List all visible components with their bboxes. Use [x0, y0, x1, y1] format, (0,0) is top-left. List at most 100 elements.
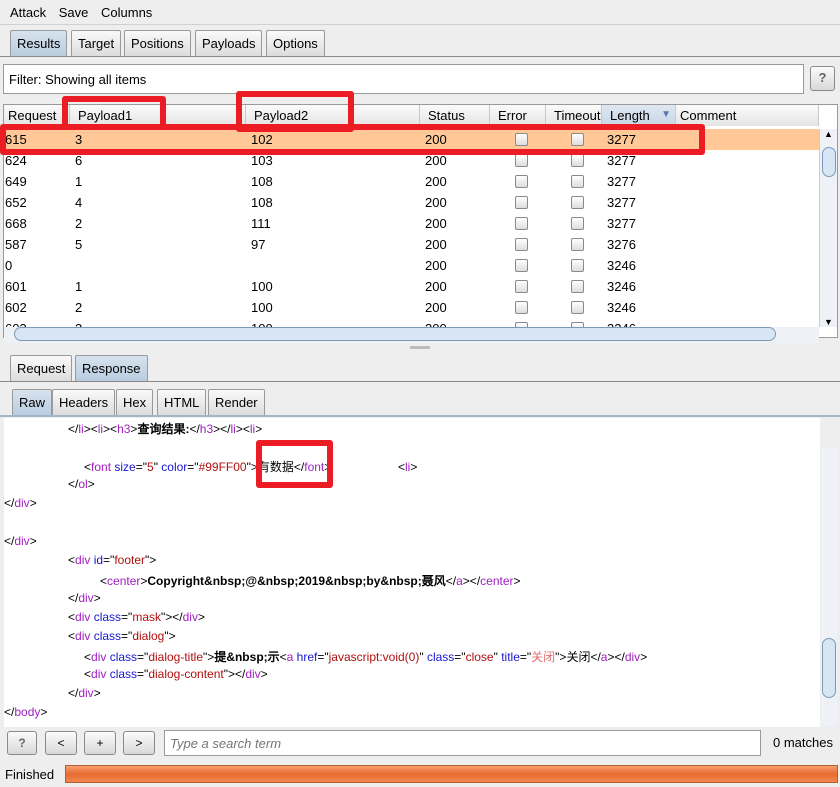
- cell-payload2: 108: [251, 174, 273, 189]
- code-line: </ol>: [68, 477, 95, 496]
- error-checkbox[interactable]: [515, 259, 528, 272]
- timeout-checkbox[interactable]: [571, 259, 584, 272]
- code-token-tag: h3: [117, 422, 131, 436]
- tab-headers[interactable]: Headers: [52, 389, 116, 415]
- cell-payload2: 100: [251, 279, 273, 294]
- code-token-txt: 提&nbsp;示: [214, 650, 280, 664]
- search-help-button[interactable]: ?: [7, 731, 37, 755]
- tab-raw[interactable]: Raw: [12, 389, 53, 415]
- annotation-result-text: [256, 440, 333, 488]
- error-checkbox[interactable]: [515, 217, 528, 230]
- error-checkbox[interactable]: [515, 175, 528, 188]
- tab-response[interactable]: Response: [75, 355, 148, 381]
- table-row[interactable]: 602 2 100 200 3246: [4, 297, 819, 318]
- table-row[interactable]: 601 1 100 200 3246: [4, 276, 819, 297]
- code-line: <div class="dialog-content"></div>: [84, 667, 268, 686]
- tab-hex[interactable]: Hex: [116, 389, 154, 415]
- code-token-b: =": [317, 650, 329, 664]
- code-token-b: > <: [324, 460, 405, 474]
- error-checkbox[interactable]: [515, 280, 528, 293]
- code-token-b: >: [93, 686, 101, 700]
- cell-payload2: 97: [251, 237, 266, 252]
- code-line: <div class="dialog-title">提&nbsp;示<a hre…: [84, 648, 647, 667]
- error-checkbox[interactable]: [515, 238, 528, 251]
- table-row[interactable]: 668 2 111 200 3277: [4, 213, 819, 234]
- code-token-b: ><: [103, 422, 118, 436]
- code-token-b: ">: [203, 650, 215, 664]
- code-token-tag: a: [456, 574, 463, 588]
- code-token-b: </: [4, 534, 15, 548]
- code-token-b: ></: [607, 650, 625, 664]
- cell-request: 601: [5, 279, 27, 294]
- table-row[interactable]: 0 200 3246: [4, 255, 819, 276]
- table-row[interactable]: 60331002003246: [4, 318, 819, 327]
- code-token-tag: ol: [78, 477, 88, 491]
- cell-payload2: 111: [251, 216, 271, 231]
- timeout-checkbox[interactable]: [571, 196, 584, 209]
- code-token-attr: id: [90, 553, 104, 567]
- table-row[interactable]: 649 1 108 200 3277: [4, 171, 819, 192]
- error-checkbox[interactable]: [515, 196, 528, 209]
- cell-payload1: 2: [75, 300, 83, 315]
- code-token-tag: h3: [199, 422, 214, 436]
- code-token-b: ><: [235, 422, 250, 436]
- cell-status: 200: [425, 153, 447, 168]
- annotation-selected-row: [0, 124, 705, 155]
- code-token-b: <: [279, 650, 287, 664]
- code-token-tag: div: [75, 553, 91, 567]
- scroll-down-icon[interactable]: ▼: [824, 317, 833, 327]
- code-token-b: </: [189, 422, 200, 436]
- code-token-pink: 关闭: [531, 650, 556, 664]
- cell-length: 3277: [607, 153, 636, 168]
- cell-payload1: 5: [75, 237, 83, 252]
- timeout-checkbox[interactable]: [571, 217, 584, 230]
- code-token-b: >: [40, 705, 48, 719]
- status-label: Finished: [5, 767, 55, 782]
- cell-request: 0: [5, 258, 13, 273]
- code-line: </div>: [68, 686, 101, 705]
- timeout-checkbox[interactable]: [571, 154, 584, 167]
- code-token-val: dialog-content: [148, 667, 224, 681]
- match-count: 0 matches: [773, 735, 833, 750]
- table-row[interactable]: 587 5 97 200 3276: [4, 234, 819, 255]
- table-row[interactable]: 652 4 108 200 3277: [4, 192, 819, 213]
- code-token-b: =": [137, 650, 149, 664]
- vertical-scrollbar[interactable]: ▲ ▼: [819, 129, 837, 327]
- cell-status: 200: [425, 237, 447, 252]
- code-token-b: ></: [462, 574, 481, 588]
- error-checkbox[interactable]: [515, 154, 528, 167]
- code-token-tag: center: [480, 574, 514, 588]
- response-raw-view[interactable]: </li><li><h3>查询结果:</h3></li><li> <font si…: [4, 418, 820, 727]
- search-prev-button[interactable]: <: [45, 731, 77, 755]
- tab-request[interactable]: Request: [10, 355, 73, 381]
- cell-payload2: 108: [251, 195, 273, 210]
- code-token-b: </: [445, 574, 457, 588]
- code-token-b: =": [135, 460, 147, 474]
- splitter-handle[interactable]: [410, 346, 430, 349]
- code-token-txt: 查询结果:: [137, 422, 190, 436]
- code-token-b: >: [93, 591, 101, 605]
- search-add-button[interactable]: +: [84, 731, 116, 755]
- error-checkbox[interactable]: [515, 301, 528, 314]
- search-next-button[interactable]: >: [123, 731, 155, 755]
- horizontal-scrollbar[interactable]: [4, 327, 819, 343]
- code-line: </div>: [4, 496, 37, 515]
- timeout-checkbox[interactable]: [571, 280, 584, 293]
- timeout-checkbox[interactable]: [571, 301, 584, 314]
- timeout-checkbox[interactable]: [571, 175, 584, 188]
- code-token-b: =": [121, 610, 133, 624]
- code-scrollbar[interactable]: [821, 448, 837, 726]
- code-scroll-thumb[interactable]: [822, 638, 836, 698]
- scroll-thumb[interactable]: [822, 147, 836, 177]
- code-token-val: mask: [132, 610, 161, 624]
- timeout-checkbox[interactable]: [571, 238, 584, 251]
- search-input[interactable]: [164, 730, 761, 756]
- cell-request: 652: [5, 195, 27, 210]
- scroll-up-icon[interactable]: ▲: [824, 129, 833, 139]
- code-token-tag: div: [245, 667, 261, 681]
- code-token-val: footer: [114, 553, 146, 567]
- code-token-b: =": [187, 460, 199, 474]
- tab-html[interactable]: HTML: [157, 389, 207, 415]
- tab-render[interactable]: Render: [208, 389, 265, 415]
- h-scroll-thumb[interactable]: [14, 327, 776, 341]
